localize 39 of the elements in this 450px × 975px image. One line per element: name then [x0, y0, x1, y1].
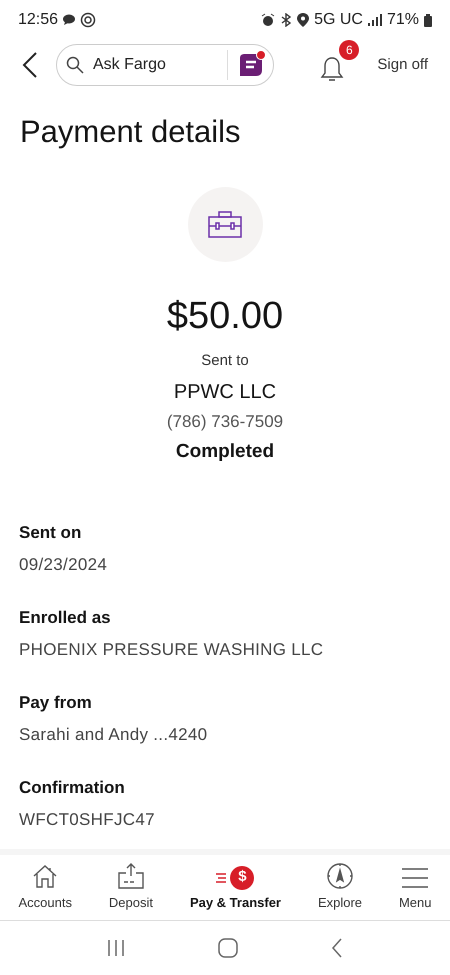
alarm-icon [261, 13, 276, 27]
payee-name: PPWC LLC [174, 380, 276, 404]
detail-value: PHOENIX PRESSURE WASHING LLC [19, 639, 324, 661]
search-field[interactable]: Ask Fargo [56, 44, 274, 86]
chat-icon [62, 14, 76, 26]
home-icon[interactable] [218, 938, 238, 958]
nav-tab[interactable]: Explore [314, 855, 366, 920]
sign-off-button[interactable]: Sign off [377, 54, 428, 76]
battery-icon [424, 14, 432, 26]
nav-tab[interactable]: Accounts [14, 855, 76, 920]
detail-label: Pay from [19, 692, 93, 714]
nav-tab[interactable]: Menu [394, 855, 436, 920]
detail-value: 09/23/2024 [19, 554, 108, 576]
detail-label: Sent on [19, 522, 82, 544]
network-label: 5G UC [314, 10, 363, 30]
detail-value: WFCT0SHFJC47 [19, 809, 156, 831]
payee-phone: (786) 736-7509 [166, 410, 284, 432]
nav-tab[interactable]: $ Pay & Transfer [186, 855, 285, 920]
status-time: 12:56 [18, 10, 58, 30]
bluetooth-icon [280, 13, 292, 27]
detail-label: Confirmation [19, 776, 126, 798]
at-sign-icon [80, 12, 96, 28]
battery-percent: 71% [386, 10, 419, 30]
detail-label: Enrolled as [19, 606, 112, 628]
detail-value: Sarahi and Andy ...4240 [19, 724, 208, 746]
menu-icon [401, 866, 430, 890]
back-icon[interactable] [331, 938, 344, 958]
deposit-icon [116, 862, 146, 890]
payment-status: Completed [176, 440, 274, 464]
signal-icon [368, 14, 382, 26]
payment-amount: $50.00 [166, 294, 284, 338]
compass-icon [326, 862, 354, 890]
location-icon [297, 13, 310, 27]
nav-tab[interactable]: Deposit [104, 855, 157, 920]
notification-count: 6 [339, 40, 360, 60]
page-title: Payment details [19, 113, 242, 151]
recent-apps-icon[interactable] [106, 939, 125, 957]
sent-to-label: Sent to [201, 351, 249, 371]
search-icon [66, 56, 84, 74]
